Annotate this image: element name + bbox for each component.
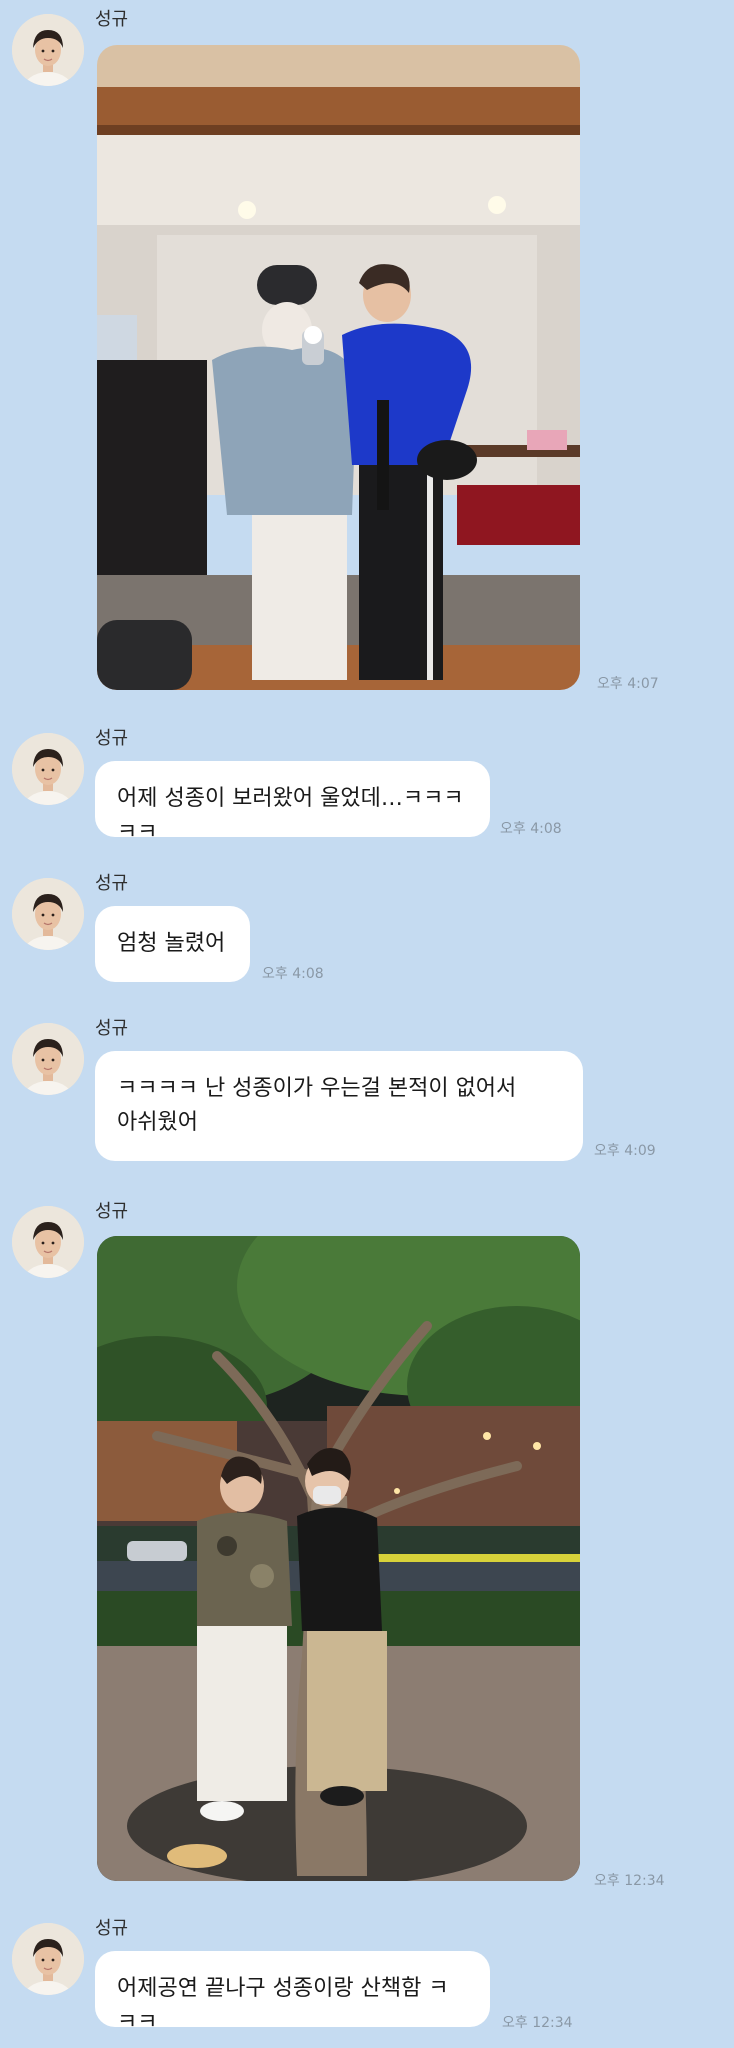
avatar[interactable]: [12, 14, 84, 86]
sender-name: 성규: [95, 873, 129, 894]
sender-name: 성규: [95, 728, 129, 749]
sender-name: 성규: [95, 9, 129, 30]
message-row: 성규: [0, 0, 734, 700]
sender-name: 성규: [95, 1201, 129, 1222]
avatar[interactable]: [12, 1923, 84, 1995]
avatar[interactable]: [12, 1206, 84, 1278]
sender-name: 성규: [95, 1018, 129, 1039]
photo-attachment[interactable]: [97, 45, 580, 690]
message-time: 오후 4:09: [594, 1143, 656, 1159]
message-time: 오후 12:34: [502, 2015, 573, 2031]
message-bubble[interactable]: 어제공연 끝나구 성종이랑 산책함 ㅋㅋㅋ: [95, 1951, 490, 2035]
message-row: 성규 엄청 놀렸어 오후 4:08: [0, 870, 734, 985]
avatar[interactable]: [12, 733, 84, 805]
avatar[interactable]: [12, 1023, 84, 1095]
sender-name: 성규: [95, 1918, 129, 1939]
message-row: 성규 어제공연 끝나구 성종이랑 산책함 ㅋㅋㅋ 오후 12:34: [0, 1915, 734, 2048]
message-row: 성규 ㅋㅋㅋㅋ 난 성종이가 우는걸 본적이 없어서 아쉬웠어 오후 4:09: [0, 1015, 734, 1165]
photo-attachment[interactable]: [97, 1236, 580, 1881]
message-bubble[interactable]: 엄청 놀렸어: [95, 906, 250, 982]
message-bubble[interactable]: 어제 성종이 보러왔어 울었데…ㅋㅋㅋㅋㅋ: [95, 761, 490, 845]
message-bubble[interactable]: ㅋㅋㅋㅋ 난 성종이가 우는걸 본적이 없어서 아쉬웠어: [95, 1051, 583, 1161]
message-row: 성규: [0, 1198, 734, 1889]
avatar[interactable]: [12, 878, 84, 950]
message-time: 오후 12:34: [594, 1873, 665, 1889]
message-time: 오후 4:07: [597, 676, 659, 692]
message-time: 오후 4:08: [262, 966, 324, 982]
message-time: 오후 4:08: [500, 821, 562, 837]
message-row: 성규 어제 성종이 보러왔어 울었데…ㅋㅋㅋㅋㅋ 오후 4:08: [0, 725, 734, 845]
